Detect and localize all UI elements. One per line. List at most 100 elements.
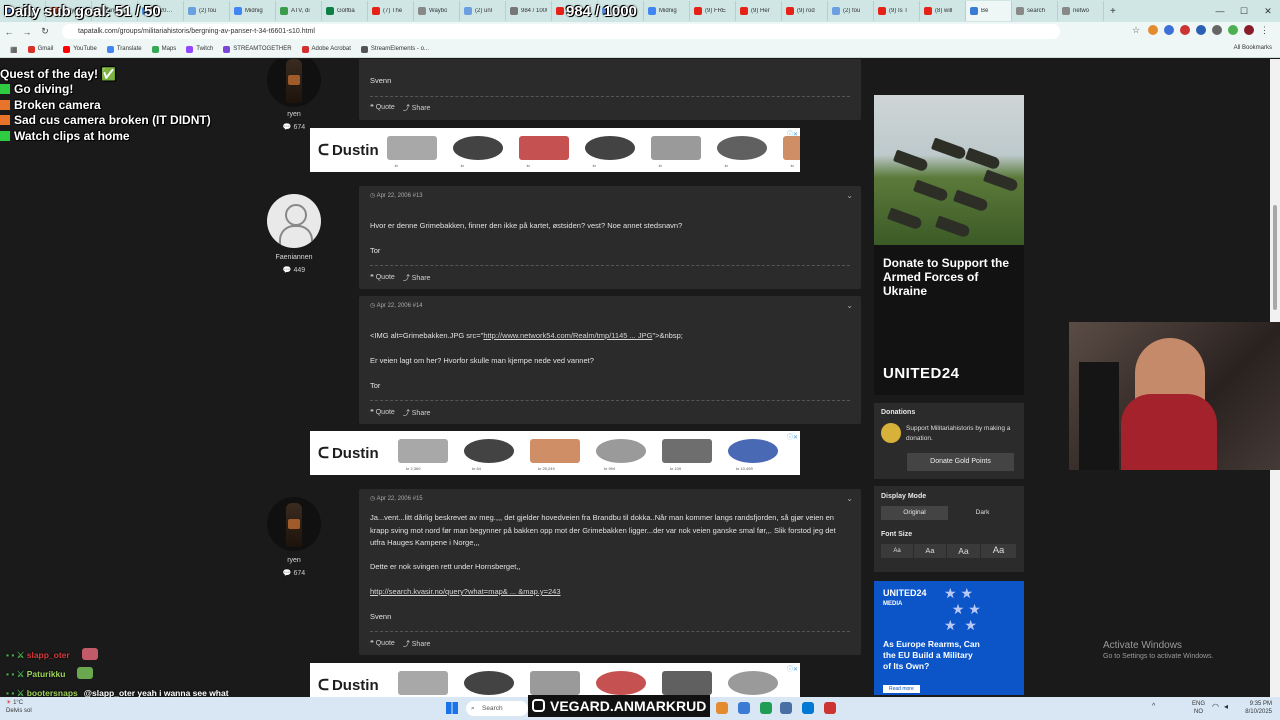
apps-grid-icon[interactable]: ▦: [10, 45, 18, 54]
author-name[interactable]: ryen: [259, 111, 329, 118]
post-date[interactable]: Apr 22, 2006 #15: [377, 496, 423, 502]
dustin-ad-banner[interactable]: ᑕ Dustin ⓘ✕: [310, 663, 800, 697]
taskbar-app-icon[interactable]: [760, 702, 772, 714]
taskbar-app-icon[interactable]: [716, 702, 728, 714]
avatar[interactable]: [267, 497, 321, 551]
ad-product[interactable]: [654, 667, 720, 697]
taskbar-app-icon[interactable]: [802, 702, 814, 714]
font-size-xs-button[interactable]: Aa: [881, 544, 913, 558]
mode-dark-button[interactable]: Dark: [949, 506, 1016, 520]
share-button[interactable]: ⤴ Share: [403, 103, 431, 113]
post-author[interactable]: ryen 💬 674: [259, 59, 329, 131]
dustin-ad-banner[interactable]: ᑕ Dustin kr 2,369 kr 64 kr 29,249 kr 994 kr 10…: [310, 431, 800, 475]
language-indicator[interactable]: ENG NO: [1192, 700, 1205, 716]
close-icon[interactable]: ✕: [1256, 0, 1280, 22]
author-name[interactable]: ryen: [259, 557, 329, 564]
author-name[interactable]: Faeniannen: [259, 254, 329, 261]
browser-tab[interactable]: (9) rod: [782, 1, 828, 21]
weather-widget[interactable]: ☀ 1°C Delvis sol: [6, 699, 32, 715]
post-author[interactable]: ryen 💬 674: [259, 497, 329, 577]
ad-product[interactable]: kr 994: [588, 435, 654, 471]
extension-icon[interactable]: [1180, 25, 1190, 35]
image-link[interactable]: http://www.network54.com/Realm/tmp/1145 …: [483, 331, 652, 340]
browser-tab[interactable]: Midnig: [644, 1, 690, 21]
browser-tab[interactable]: (8) will: [920, 1, 966, 21]
ukraine-boats-ad-image[interactable]: [874, 95, 1024, 245]
back-icon[interactable]: ←: [0, 27, 18, 37]
quote-button[interactable]: ❝ Quote: [370, 103, 395, 113]
new-tab-icon[interactable]: +: [1104, 6, 1122, 17]
post-date[interactable]: Apr 22, 2006 #14: [377, 303, 423, 309]
ad-product[interactable]: [522, 667, 588, 697]
browser-tab[interactable]: (2) unl: [460, 1, 506, 21]
ad-product[interactable]: kr 2,369: [390, 435, 456, 471]
ad-product[interactable]: kr: [379, 132, 445, 168]
taskbar-search[interactable]: ⌕ Search: [466, 701, 528, 716]
extension-icon[interactable]: [1196, 25, 1206, 35]
post-author[interactable]: Faeniannen 💬 449: [259, 194, 329, 274]
volume-icon[interactable]: ◂: [1224, 702, 1228, 711]
extension-icon[interactable]: [1148, 25, 1158, 35]
chevron-down-icon[interactable]: ⌄: [846, 301, 853, 310]
wifi-icon[interactable]: ◠: [1212, 702, 1219, 711]
united24-media-ad[interactable]: ★ ★ ★ ★ ★ ★ UNITED24 MEDIA As Europe Rearm…: [874, 581, 1024, 695]
ukraine-ad-text[interactable]: Donate to Support the Armed Forces of Uk…: [874, 245, 1024, 395]
forward-icon[interactable]: →: [18, 27, 36, 37]
ad-product[interactable]: [720, 667, 786, 697]
ad-product[interactable]: kr: [577, 132, 643, 168]
font-size-s-button[interactable]: Aa: [914, 544, 946, 558]
url-input[interactable]: tapatalk.com/groups/militariahistoris/be…: [62, 24, 1060, 39]
ad-product[interactable]: [456, 667, 522, 697]
minimize-icon[interactable]: —: [1208, 0, 1232, 22]
taskbar-app-icon[interactable]: [738, 702, 750, 714]
quote-button[interactable]: ❝ Quote: [370, 639, 395, 649]
browser-tab[interactable]: (9) Is T: [874, 1, 920, 21]
start-icon[interactable]: [446, 702, 458, 714]
font-size-m-button[interactable]: Aa: [947, 544, 980, 558]
browser-tab[interactable]: Golfba: [322, 1, 368, 21]
browser-tab[interactable]: (7) The: [368, 1, 414, 21]
browser-tab[interactable]: Midnig: [230, 1, 276, 21]
bookmark-item[interactable]: STREAMTOGETHER: [223, 45, 292, 53]
ad-product[interactable]: kr: [643, 132, 709, 168]
bookmark-item[interactable]: Gmail: [27, 45, 53, 53]
browser-tab[interactable]: search: [1012, 1, 1058, 21]
menu-dots-icon[interactable]: ⋮: [1260, 25, 1270, 35]
reload-icon[interactable]: ↻: [36, 26, 54, 37]
mode-original-button[interactable]: Original: [881, 506, 948, 520]
browser-tab[interactable]: 984 / 1000: [506, 1, 552, 21]
bookmark-item[interactable]: YouTube: [63, 45, 97, 53]
all-bookmarks[interactable]: All Bookmarks: [1234, 45, 1272, 51]
tray-chevron-icon[interactable]: ^: [1152, 703, 1155, 710]
share-button[interactable]: ⤴ Share: [403, 639, 431, 649]
browser-tab[interactable]: ATV, di: [276, 1, 322, 21]
map-link[interactable]: http://search.kvasir.no/query?what=map& …: [370, 587, 561, 596]
ad-product[interactable]: [390, 667, 456, 697]
post-date[interactable]: Apr 22, 2006 #13: [377, 193, 423, 199]
share-button[interactable]: ⤴ Share: [403, 273, 431, 283]
ad-close-icon[interactable]: ⓘ✕: [787, 432, 798, 441]
dustin-ad-banner[interactable]: ᑕ Dustin kr kr kr kr kr kr kr ⓘ✕: [310, 128, 800, 172]
ad-product[interactable]: kr 29,249: [522, 435, 588, 471]
bookmark-item[interactable]: StreamElements - o...: [360, 45, 429, 53]
profile-avatar-icon[interactable]: [1244, 25, 1254, 35]
chevron-down-icon[interactable]: ⌄: [846, 191, 853, 200]
quote-button[interactable]: ❝ Quote: [370, 408, 395, 418]
extension-icon[interactable]: [1228, 25, 1238, 35]
ad-close-icon[interactable]: ⓘ✕: [787, 664, 798, 673]
ad-product[interactable]: kr: [709, 132, 775, 168]
read-more-button[interactable]: Read more: [883, 685, 920, 693]
taskbar-app-icon[interactable]: [824, 702, 836, 714]
browser-tab[interactable]: (9) Her: [736, 1, 782, 21]
browser-tab[interactable]: (2) fou: [184, 1, 230, 21]
ad-close-icon[interactable]: ⓘ✕: [787, 129, 798, 138]
browser-tab[interactable]: (9) FRE: [690, 1, 736, 21]
font-size-l-button[interactable]: Aa: [981, 544, 1016, 558]
bookmark-item[interactable]: Maps: [151, 45, 176, 53]
ad-product[interactable]: [588, 667, 654, 697]
browser-tab[interactable]: Be: [966, 1, 1012, 21]
share-button[interactable]: ⤴ Share: [403, 408, 431, 418]
bookmark-item[interactable]: Adobe Acrobat: [301, 45, 351, 53]
ad-product[interactable]: kr 64: [456, 435, 522, 471]
chevron-down-icon[interactable]: ⌄: [846, 494, 853, 503]
